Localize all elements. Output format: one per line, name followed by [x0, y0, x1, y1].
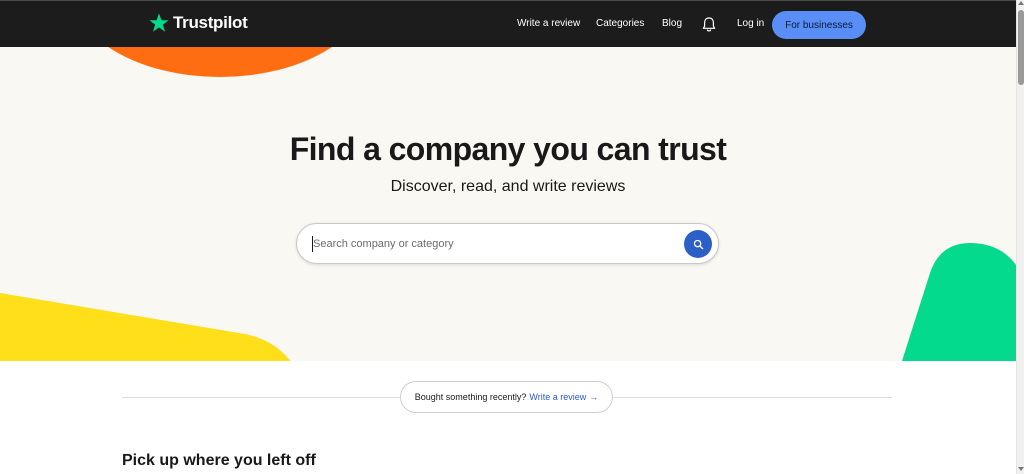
page-subtitle: Discover, read, and write reviews — [390, 178, 626, 195]
brand-name: Trustpilot — [173, 13, 248, 32]
write-review-link-label: Write a review — [529, 392, 587, 402]
bell-icon[interactable] — [701, 16, 717, 33]
orange-decorative-shape — [70, 47, 370, 77]
search-icon — [693, 239, 703, 249]
search-button[interactable] — [684, 230, 712, 258]
nav-login[interactable]: Log in — [737, 18, 764, 29]
trustpilot-logo[interactable]: Trustpilot — [148, 12, 248, 34]
hero-section: Find a company you can trust Discover, r… — [0, 47, 1016, 361]
for-businesses-button[interactable]: For businesses — [772, 11, 866, 39]
scrollbar-thumb[interactable] — [1018, 10, 1024, 85]
nav-write-review[interactable]: Write a review — [517, 18, 580, 29]
nav-blog[interactable]: Blog — [662, 18, 682, 29]
yellow-decorative-shape — [0, 293, 291, 361]
page-title: Find a company you can trust — [289, 131, 727, 167]
search-bar — [296, 223, 719, 264]
green-decorative-shape — [902, 243, 1016, 361]
arrow-right-icon: → — [589, 392, 599, 402]
scroll-up-arrow-icon[interactable] — [1018, 1, 1024, 5]
page-scrollbar[interactable] — [1016, 0, 1024, 474]
scroll-down-arrow-icon[interactable] — [1018, 467, 1024, 471]
section-title: Pick up where you left off — [122, 452, 316, 469]
write-review-link[interactable]: Write a review → — [529, 392, 598, 402]
prompt-text: Bought something recently? — [414, 392, 527, 402]
star-icon — [149, 13, 169, 32]
divider-right — [613, 397, 892, 398]
search-input[interactable] — [313, 234, 673, 254]
divider-left — [122, 397, 402, 398]
write-review-prompt: Bought something recently? Write a revie… — [400, 381, 613, 413]
top-navigation-bar: Trustpilot Write a review Categories Blo… — [0, 0, 1016, 47]
nav-categories[interactable]: Categories — [596, 18, 644, 29]
